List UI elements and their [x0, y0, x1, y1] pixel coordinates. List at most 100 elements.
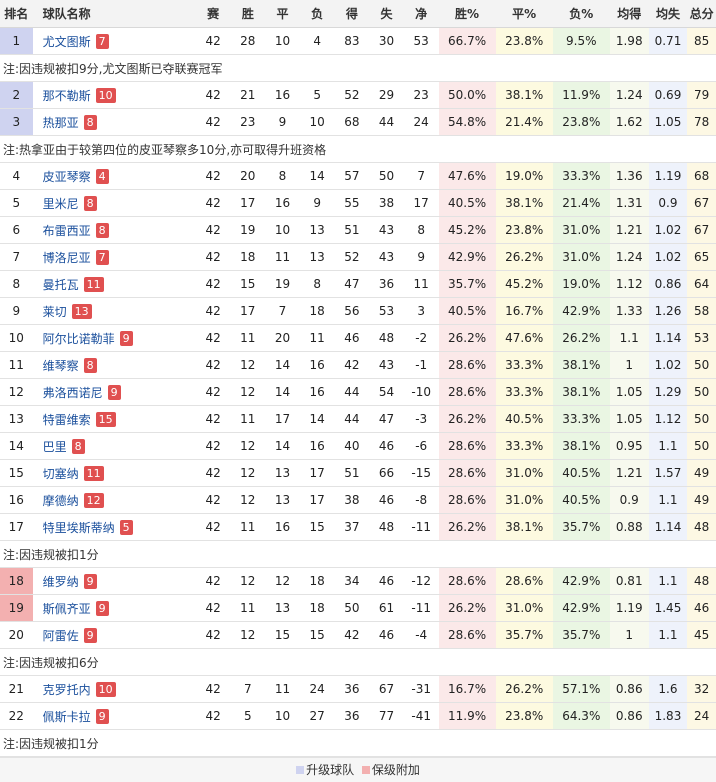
table-note: 注:因违规被扣6分: [0, 648, 716, 676]
loss-pct-cell: 19.0%: [552, 270, 610, 298]
header-drawn[interactable]: 平: [265, 0, 300, 28]
header-goals-against[interactable]: 失: [369, 0, 404, 28]
points-cell: 67: [687, 189, 716, 217]
avg-for-cell: 1.05: [609, 378, 649, 406]
goals-for-cell: 38: [334, 486, 370, 514]
team-link[interactable]: 热那亚: [43, 116, 79, 130]
team-link[interactable]: 斯佩齐亚: [43, 602, 91, 616]
won-cell: 5: [230, 702, 266, 730]
header-played[interactable]: 赛: [195, 0, 231, 28]
won-cell: 11: [230, 594, 266, 622]
played-cell: 42: [195, 108, 231, 136]
team-link[interactable]: 尤文图斯: [43, 35, 91, 49]
relegation-playoff-legend-label: 保级附加: [371, 763, 420, 777]
won-cell: 17: [230, 189, 266, 217]
team-rounds-badge: 8: [83, 114, 97, 130]
avg-against-cell: 1.57: [648, 459, 688, 487]
team-link[interactable]: 阿尔比诺勒菲: [43, 332, 115, 346]
rank-cell: 22: [0, 702, 33, 730]
team-link[interactable]: 巴里: [43, 440, 67, 454]
team-link[interactable]: 莱切: [43, 305, 67, 319]
goals-against-cell: 77: [369, 702, 404, 730]
team-link[interactable]: 特雷维索: [43, 413, 91, 427]
lost-cell: 9: [299, 189, 335, 217]
team-rounds-badge: 4: [95, 168, 109, 184]
lost-cell: 18: [299, 297, 335, 325]
rank-cell: 6: [0, 216, 33, 244]
header-team[interactable]: 球队名称: [32, 0, 196, 28]
team-cell: 特里埃斯蒂纳 5: [32, 513, 196, 541]
team-cell: 那不勒斯 10: [32, 81, 196, 109]
team-link[interactable]: 摩德纳: [43, 494, 79, 508]
goals-for-cell: 56: [334, 297, 370, 325]
header-won[interactable]: 胜: [230, 0, 266, 28]
team-rounds-badge: 10: [95, 681, 116, 697]
team-link[interactable]: 佩斯卡拉: [43, 710, 91, 724]
rank-cell: 1: [0, 27, 33, 55]
team-link[interactable]: 维罗纳: [43, 575, 79, 589]
loss-pct-cell: 21.4%: [552, 189, 610, 217]
points-cell: 24: [687, 702, 716, 730]
team-cell: 布雷西亚 8: [32, 216, 196, 244]
header-loss-pct[interactable]: 负%: [552, 0, 610, 28]
draw-pct-cell: 21.4%: [495, 108, 553, 136]
team-link[interactable]: 切塞纳: [43, 467, 79, 481]
team-rounds-badge: 7: [95, 33, 109, 49]
won-cell: 19: [230, 216, 266, 244]
lost-cell: 16: [299, 351, 335, 379]
header-goals-for[interactable]: 得: [334, 0, 370, 28]
rank-cell: 10: [0, 324, 33, 352]
header-goal-diff[interactable]: 净: [403, 0, 439, 28]
team-cell: 阿尔比诺勒菲 9: [32, 324, 196, 352]
relegation-playoff-swatch: [361, 766, 370, 774]
win-pct-cell: 50.0%: [438, 81, 496, 109]
drawn-cell: 7: [265, 297, 300, 325]
goals-against-cell: 46: [369, 567, 404, 595]
header-avg-against[interactable]: 均失: [648, 0, 688, 28]
played-cell: 42: [195, 270, 231, 298]
avg-for-cell: 1.33: [609, 297, 649, 325]
drawn-cell: 10: [265, 702, 300, 730]
header-avg-for[interactable]: 均得: [609, 0, 649, 28]
table-row: 21 克罗托内 10 42 7 11 24 36 67 -31 16.7% 26.2% 57.1% 0.8…: [0, 675, 716, 703]
team-link[interactable]: 博洛尼亚: [43, 251, 91, 265]
drawn-cell: 16: [265, 189, 300, 217]
header-rank[interactable]: 排名: [0, 0, 33, 28]
team-link[interactable]: 曼托瓦: [43, 278, 79, 292]
draw-pct-cell: 38.1%: [495, 189, 553, 217]
lost-cell: 5: [299, 81, 335, 109]
team-rounds-badge: 8: [95, 222, 109, 238]
drawn-cell: 13: [265, 486, 300, 514]
lost-cell: 18: [299, 567, 335, 595]
win-pct-cell: 54.8%: [438, 108, 496, 136]
goals-for-cell: 57: [334, 162, 370, 190]
header-lost[interactable]: 负: [299, 0, 335, 28]
team-link[interactable]: 皮亚琴察: [43, 170, 91, 184]
drawn-cell: 8: [265, 162, 300, 190]
won-cell: 12: [230, 486, 266, 514]
team-link[interactable]: 维琴察: [43, 359, 79, 373]
goals-against-cell: 61: [369, 594, 404, 622]
team-link[interactable]: 那不勒斯: [43, 89, 91, 103]
goal-diff-cell: 3: [403, 297, 439, 325]
draw-pct-cell: 16.7%: [495, 297, 553, 325]
played-cell: 42: [195, 81, 231, 109]
header-points[interactable]: 总分: [687, 0, 716, 28]
team-link[interactable]: 克罗托内: [43, 683, 91, 697]
table-note: 注:因违规被扣9分,尤文图斯已夺联赛冠军: [0, 54, 716, 82]
won-cell: 18: [230, 243, 266, 271]
won-cell: 17: [230, 297, 266, 325]
win-pct-cell: 35.7%: [438, 270, 496, 298]
team-link[interactable]: 里米尼: [43, 197, 79, 211]
team-link[interactable]: 弗洛西诺尼: [43, 386, 103, 400]
team-link[interactable]: 阿雷佐: [43, 629, 79, 643]
header-draw-pct[interactable]: 平%: [495, 0, 553, 28]
team-rounds-badge: 15: [95, 411, 116, 427]
loss-pct-cell: 35.7%: [552, 513, 610, 541]
team-link[interactable]: 布雷西亚: [43, 224, 91, 238]
team-link[interactable]: 特里埃斯蒂纳: [43, 521, 115, 535]
win-pct-cell: 28.6%: [438, 459, 496, 487]
loss-pct-cell: 31.0%: [552, 243, 610, 271]
header-win-pct[interactable]: 胜%: [438, 0, 496, 28]
table-note-row: 注:热拿亚由于较第四位的皮亚琴察多10分,亦可取得升班资格: [0, 135, 716, 163]
